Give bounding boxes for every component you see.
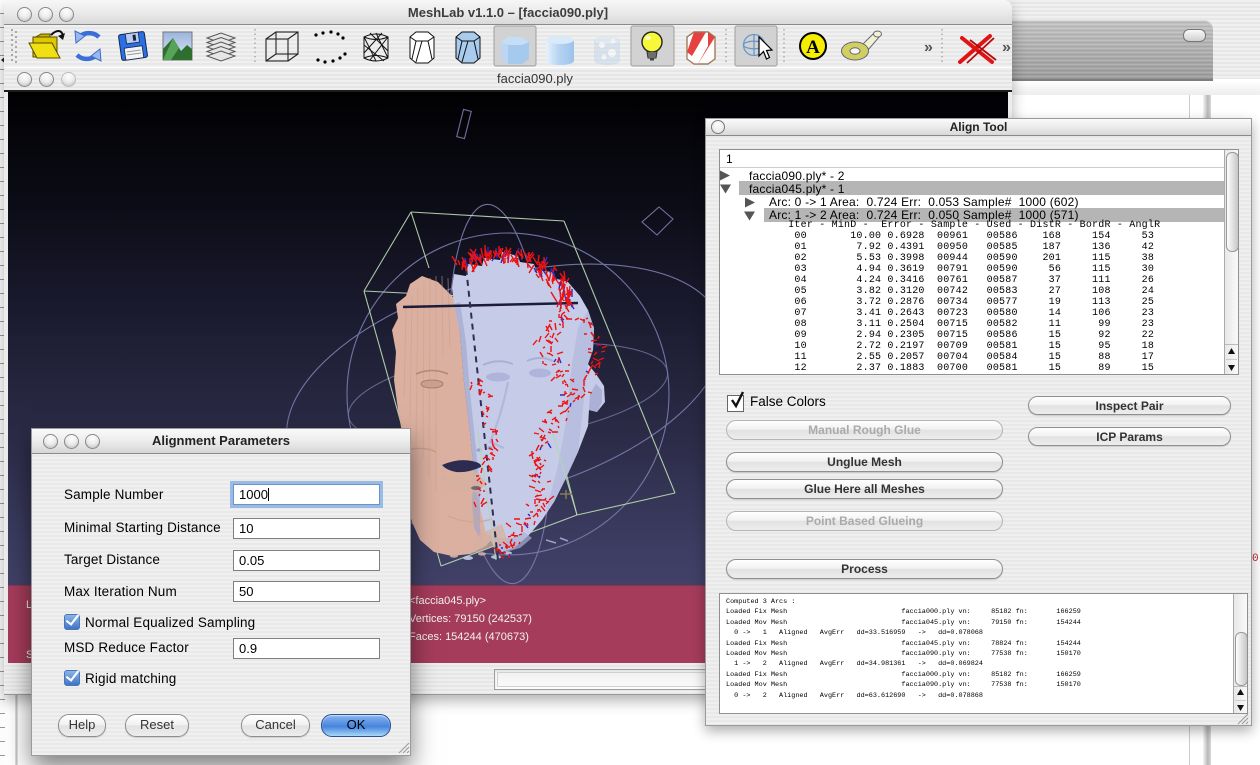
svg-text:A: A (806, 37, 820, 58)
svg-text:»: » (924, 39, 933, 56)
svg-text:»: » (1002, 39, 1011, 56)
